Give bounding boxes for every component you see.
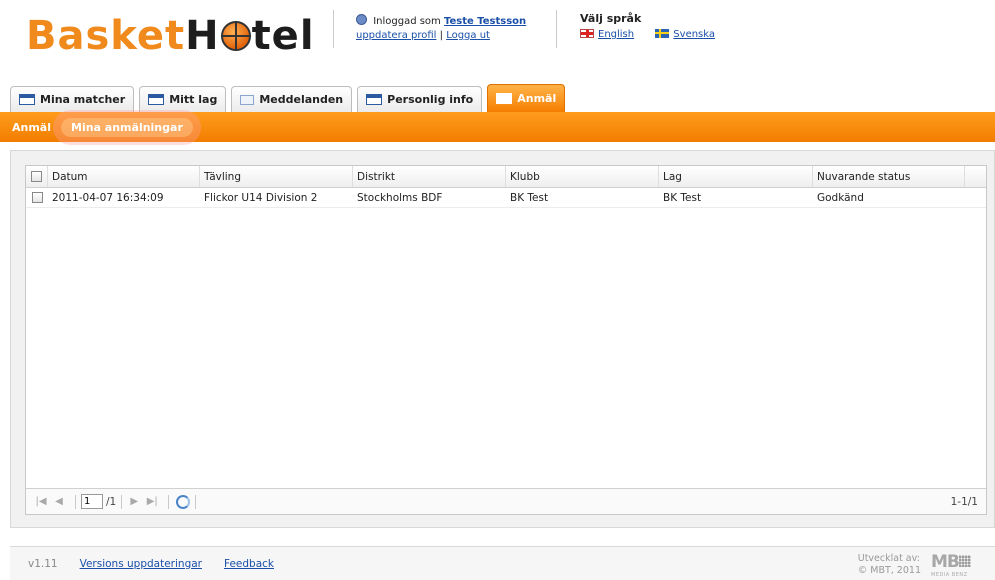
basket-hotel-logo[interactable]: BasketH tel xyxy=(26,8,315,64)
basketball-icon xyxy=(220,21,251,51)
cell-tavling: Flickor U14 Division 2 xyxy=(204,191,318,204)
lang-english-link[interactable]: English xyxy=(598,29,634,40)
grid-header: Datum Tävling Distrikt Klubb Lag Nuvaran… xyxy=(26,166,986,188)
window-icon xyxy=(148,94,165,105)
column-header-klubb[interactable]: Klubb xyxy=(506,166,659,187)
cell-klubb: BK Test xyxy=(510,191,549,204)
pager-divider xyxy=(195,494,197,509)
lang-swedish-link[interactable]: Svenska xyxy=(655,29,715,40)
tab-label: Personlig info xyxy=(387,93,474,106)
refresh-icon[interactable] xyxy=(176,494,191,509)
row-checkbox[interactable] xyxy=(31,192,43,203)
record-count: 1-1/1 xyxy=(950,495,978,508)
pager-divider xyxy=(168,494,170,509)
developed-by-label: Utvecklat av: xyxy=(857,553,920,564)
header-divider-lang xyxy=(556,10,557,48)
cell-status: Godkänd xyxy=(817,191,864,204)
cell-datum: 2011-04-07 16:34:09 xyxy=(52,191,164,204)
subnav-anmal[interactable]: Anmäl xyxy=(12,121,51,134)
mb-logo-subtitle: MEDIA BENZ xyxy=(931,572,968,578)
link-separator: | xyxy=(439,30,443,41)
column-header-lag[interactable]: Lag xyxy=(659,166,813,187)
tab-personlig-info[interactable]: Personlig info xyxy=(357,86,483,112)
login-info: Inloggad som Teste Testsson uppdatera pr… xyxy=(356,14,526,41)
copyright-label: © MBT, 2011 xyxy=(857,565,921,576)
column-header-spacer xyxy=(965,166,985,187)
uk-flag-icon[interactable] xyxy=(580,29,594,38)
total-pages: /1 xyxy=(106,495,117,508)
version-updates-link[interactable]: Versions uppdateringar xyxy=(80,558,202,570)
window-icon xyxy=(19,94,35,105)
footer: v1.11 Versions uppdateringar Feedback Ut… xyxy=(10,546,995,580)
tab-label: Meddelanden xyxy=(259,93,344,106)
column-header-datum[interactable]: Datum xyxy=(48,166,200,187)
version-label: v1.11 xyxy=(28,557,58,570)
cell-lag: BK Test xyxy=(663,191,702,204)
pager-divider xyxy=(75,494,76,509)
column-header-tavling[interactable]: Tävling xyxy=(200,166,353,187)
column-header-distrikt[interactable]: Distrikt xyxy=(353,166,506,187)
grid-logo-icon xyxy=(958,555,971,567)
sweden-flag-icon xyxy=(655,29,670,38)
tab-mitt-lag[interactable]: Mitt lag xyxy=(139,86,227,112)
first-page-icon[interactable]: |◀ xyxy=(34,496,48,507)
lang-swedish-label: Svenska xyxy=(673,29,716,40)
update-profile-link[interactable]: uppdatera profil xyxy=(356,30,436,41)
page-number-input[interactable] xyxy=(81,494,103,509)
language-title: Välj språk xyxy=(580,12,642,25)
grid-pager: |◀ ◀ /1 ▶ ▶| 1-1/1 xyxy=(26,488,986,514)
logged-in-label: Inloggad som xyxy=(373,16,441,27)
logo-text-h: H xyxy=(185,13,220,59)
tab-label: Anmäl xyxy=(517,92,557,105)
cell-distrikt: Stockholms BDF xyxy=(357,191,443,204)
logo-text-tel: tel xyxy=(251,13,315,59)
tab-anmal[interactable]: Anmäl xyxy=(487,84,566,112)
user-icon xyxy=(356,14,367,25)
user-name-link[interactable]: Teste Testsson xyxy=(444,16,526,27)
row-select-cell xyxy=(26,188,48,207)
window-icon xyxy=(366,94,383,105)
select-all-checkbox[interactable] xyxy=(31,171,42,182)
header-divider xyxy=(333,10,334,48)
table-row[interactable]: 2011-04-07 16:34:09 Flickor U14 Division… xyxy=(26,188,986,208)
tab-mina-matcher[interactable]: Mina matcher xyxy=(10,86,135,112)
column-header-status[interactable]: Nuvarande status xyxy=(813,166,965,187)
content-panel: Datum Tävling Distrikt Klubb Lag Nuvaran… xyxy=(10,150,995,528)
sub-navigation: Anmäl Mina anmälningar xyxy=(0,112,995,142)
prev-page-icon[interactable]: ◀ xyxy=(52,496,66,507)
logout-link[interactable]: Logga ut xyxy=(446,30,490,41)
tab-label: Mitt lag xyxy=(169,93,218,106)
tab-meddelanden[interactable]: Meddelanden xyxy=(231,86,353,112)
envelope-icon xyxy=(240,94,255,105)
mb-logo-text: MB xyxy=(931,552,960,572)
registrations-grid: Datum Tävling Distrikt Klubb Lag Nuvaran… xyxy=(25,165,987,515)
last-page-icon[interactable]: ▶| xyxy=(145,496,159,507)
next-page-icon[interactable]: ▶ xyxy=(127,496,141,507)
developer-credit: Utvecklat av: © MBT, 2011 xyxy=(858,553,921,577)
main-tabs: Mina matcher Mitt lag Meddelanden Person… xyxy=(10,84,570,112)
pager-divider xyxy=(121,494,123,509)
feedback-link[interactable]: Feedback xyxy=(224,558,274,570)
select-all-cell xyxy=(26,166,48,187)
window-icon xyxy=(496,93,513,104)
subnav-mina-anmalningar[interactable]: Mina anmälningar xyxy=(61,117,193,137)
language-selector: Välj språk English Svenska xyxy=(580,12,715,40)
logo-text-basket: Basket xyxy=(26,13,186,59)
header: BasketH tel Inloggad som Teste Testsson u… xyxy=(0,0,995,80)
media-benz-logo[interactable]: MB MEDIA BENZ xyxy=(931,552,987,578)
tab-label: Mina matcher xyxy=(40,93,126,106)
